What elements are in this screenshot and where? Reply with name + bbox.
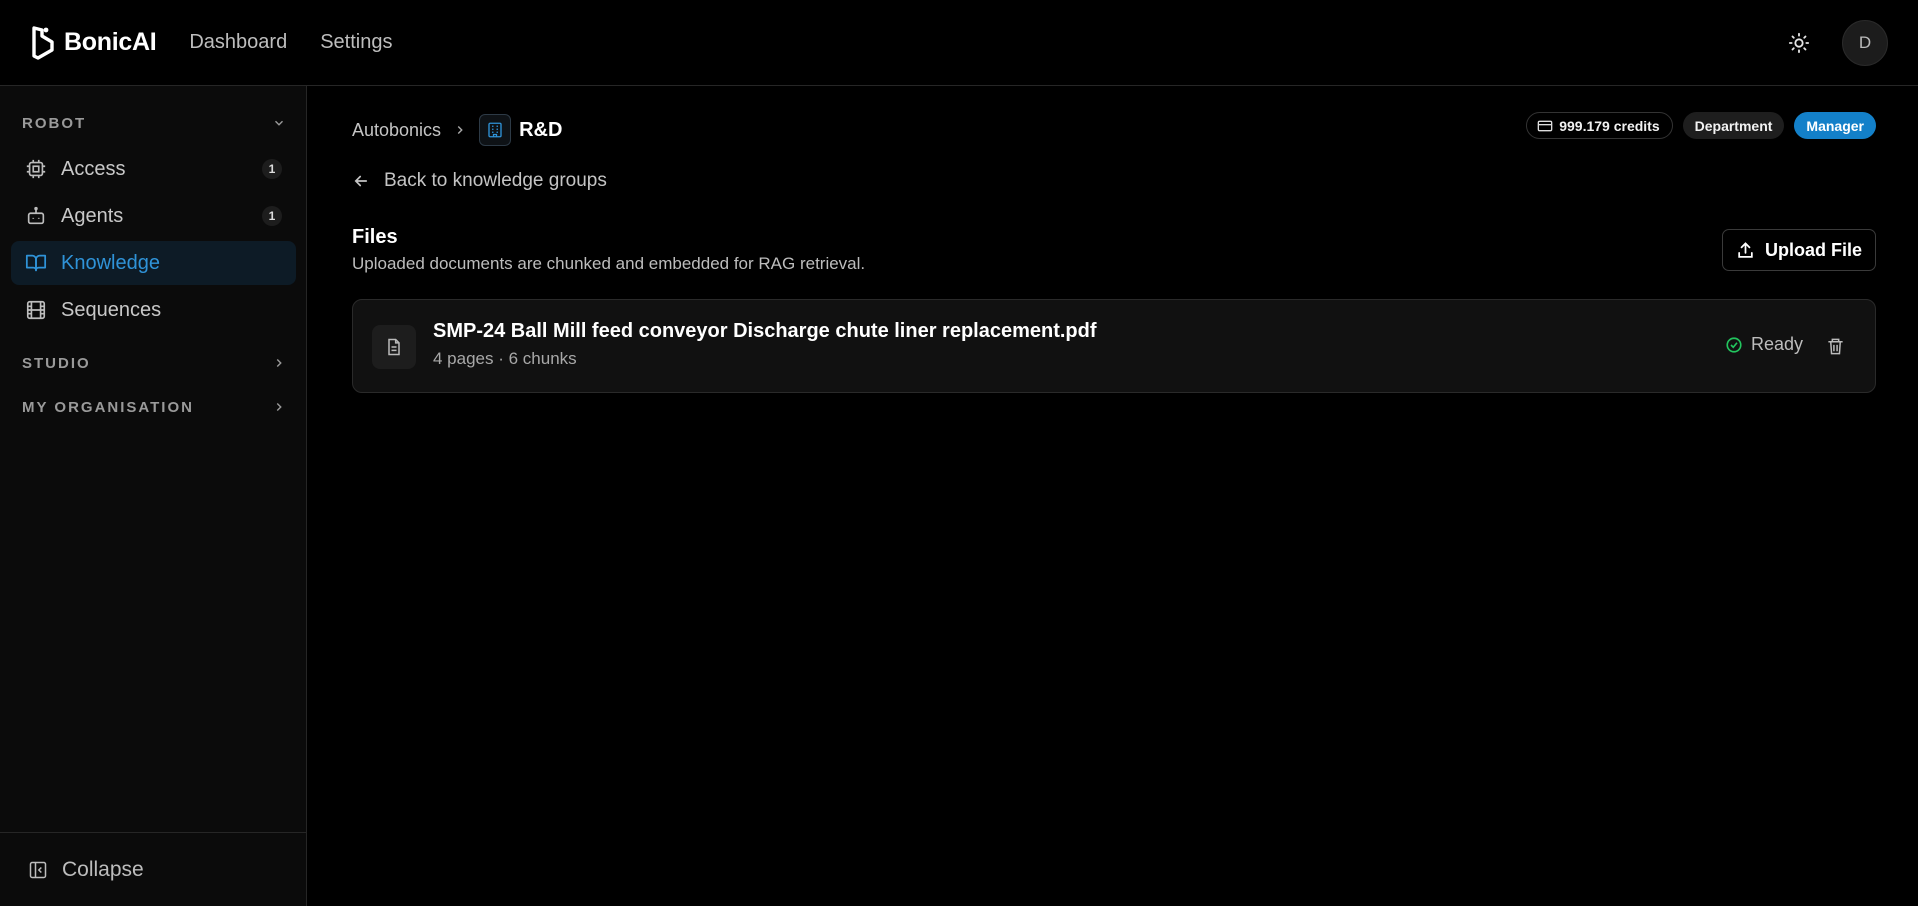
- file-status: Ready: [1725, 334, 1803, 355]
- sidebar-item-label: Knowledge: [61, 251, 160, 274]
- count-badge: 1: [262, 206, 282, 226]
- count-badge: 1: [262, 159, 282, 179]
- robot-icon: [25, 205, 47, 227]
- trash-icon: [1827, 338, 1843, 354]
- credits-badge: 999.179 credits: [1526, 112, 1673, 139]
- sidebar-item-knowledge[interactable]: Knowledge: [11, 241, 296, 285]
- film-icon: [25, 299, 47, 321]
- chevron-right-icon: [276, 403, 282, 411]
- collapse-button[interactable]: Collapse: [0, 832, 306, 906]
- nav-dashboard[interactable]: Dashboard: [189, 31, 287, 54]
- role-badge: Manager: [1794, 112, 1876, 139]
- department-badge: Department: [1682, 112, 1785, 139]
- section-my-organisation[interactable]: MY ORGANISATION: [22, 396, 286, 418]
- header-chips: 999.179 credits Department Manager: [1526, 112, 1876, 139]
- breadcrumb-root-link[interactable]: Autobonics: [352, 120, 441, 141]
- bonicai-logo-icon: [32, 25, 54, 60]
- sidebar-item-label: Agents: [61, 204, 124, 227]
- credits-value: 999.179 credits: [1559, 117, 1660, 134]
- section-studio[interactable]: STUDIO: [22, 352, 286, 374]
- upload-file-button[interactable]: Upload File: [1722, 229, 1876, 271]
- file-row[interactable]: SMP-24 Ball Mill feed conveyor Discharge…: [352, 299, 1876, 393]
- chevron-right-icon: [276, 359, 282, 367]
- status-label: Ready: [1750, 334, 1803, 354]
- top-nav: Dashboard Settings: [189, 31, 392, 54]
- upload-icon: [1736, 241, 1755, 260]
- files-title: Files: [352, 226, 398, 248]
- check-circle-icon: [1725, 336, 1743, 354]
- delete-file-button[interactable]: [1823, 334, 1847, 358]
- file-meta: 4 pages · 6 chunks: [433, 349, 577, 368]
- sidebar-item-label: Sequences: [61, 298, 162, 321]
- sidebar-item-access[interactable]: Access 1: [11, 147, 296, 191]
- user-avatar[interactable]: D: [1842, 19, 1888, 66]
- brand-name: BonicAI: [64, 28, 157, 56]
- credit-card-icon: [1537, 118, 1553, 134]
- upload-label: Upload File: [1764, 239, 1862, 260]
- theme-toggle-button[interactable]: [1782, 26, 1816, 60]
- files-subtitle: Uploaded documents are chunked and embed…: [352, 254, 866, 273]
- section-title: MY ORGANISATION: [22, 398, 194, 416]
- main-content: Autobonics R&D 999.179 credits Departmen…: [307, 86, 1918, 906]
- file-name: SMP-24 Ball Mill feed conveyor Discharge…: [433, 320, 1097, 342]
- sidebar-item-agents[interactable]: Agents 1: [11, 194, 296, 238]
- building-icon: [479, 114, 512, 146]
- back-to-knowledge-groups-link[interactable]: Back to knowledge groups: [352, 170, 607, 192]
- top-right-actions: D: [1782, 19, 1888, 66]
- chevron-right-icon: [453, 123, 467, 137]
- breadcrumb-current: R&D: [519, 118, 563, 141]
- arrow-left-icon: [352, 172, 370, 190]
- collapse-label: Collapse: [62, 857, 144, 881]
- back-label: Back to knowledge groups: [384, 170, 607, 191]
- section-robot[interactable]: ROBOT: [22, 112, 286, 134]
- sidebar-item-sequences[interactable]: Sequences: [11, 288, 296, 332]
- breadcrumb: Autobonics R&D: [352, 114, 562, 146]
- book-open-icon: [25, 252, 47, 274]
- section-title: STUDIO: [22, 354, 91, 372]
- sidebar-item-label: Access: [61, 157, 126, 180]
- nav-settings[interactable]: Settings: [320, 31, 392, 54]
- file-text-icon: [372, 325, 416, 369]
- sun-icon: [1788, 32, 1810, 53]
- panel-collapse-icon: [28, 860, 48, 880]
- section-title: ROBOT: [22, 114, 87, 132]
- sidebar: ROBOT Access 1 Agents 1 Knowledge Sequen…: [0, 86, 307, 906]
- top-bar: BonicAI Dashboard Settings D: [0, 0, 1918, 86]
- brand-logo[interactable]: BonicAI: [30, 25, 157, 60]
- chevron-down-icon: [275, 120, 283, 126]
- cpu-icon: [25, 158, 47, 180]
